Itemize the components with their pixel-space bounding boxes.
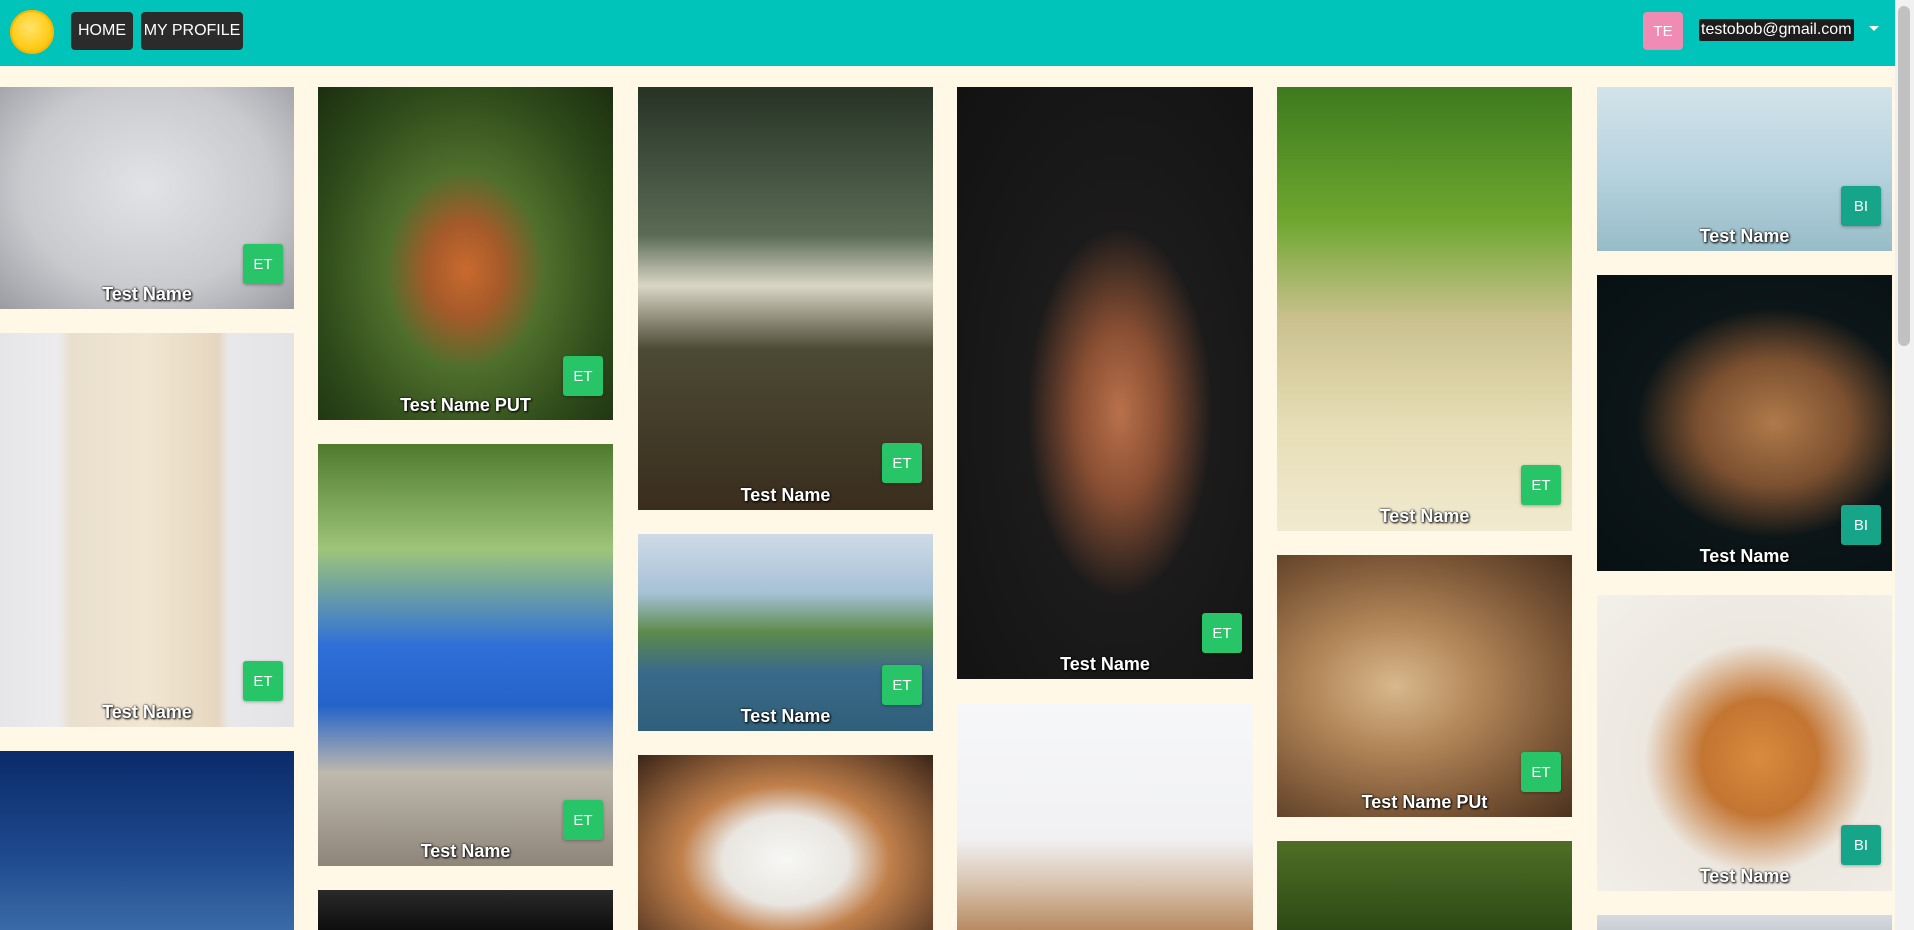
image-caption: Test Name PUT	[400, 395, 531, 415]
scrollbar-thumb[interactable]	[1898, 6, 1910, 346]
author-badge[interactable]: ET	[563, 800, 603, 840]
chevron-down-icon[interactable]	[1869, 26, 1879, 31]
image-caption: Test Name	[1699, 546, 1790, 566]
author-badge[interactable]: ET	[1202, 613, 1242, 653]
author-badge[interactable]: ET	[563, 356, 603, 396]
image-card[interactable]	[1597, 915, 1892, 930]
image-card[interactable]	[318, 890, 613, 930]
image-card[interactable]: BI Test Name	[1597, 595, 1892, 891]
image-card[interactable]	[1277, 841, 1572, 930]
image-caption: Test Name	[1379, 506, 1470, 526]
sun-logo-icon[interactable]	[10, 10, 54, 54]
author-badge[interactable]: ET	[243, 661, 283, 701]
image-card[interactable]: BI Test Name	[1597, 87, 1892, 251]
top-navbar: HOME MY PROFILE TE testobob@gmail.com	[0, 0, 1895, 66]
image-card[interactable]: ET Test Name PUT	[318, 87, 613, 420]
image-caption: Test Name	[740, 485, 831, 505]
image-card[interactable]: ET Test Name	[638, 534, 933, 731]
author-badge[interactable]: BI	[1841, 825, 1881, 865]
author-badge[interactable]: ET	[882, 665, 922, 705]
my-profile-button[interactable]: MY PROFILE	[141, 12, 243, 50]
user-avatar[interactable]: TE	[1643, 12, 1683, 50]
image-card[interactable]: BI Test Name	[1597, 275, 1892, 571]
image-caption: Test Name	[1699, 866, 1790, 886]
user-email[interactable]: testobob@gmail.com	[1699, 19, 1854, 41]
author-badge[interactable]: ET	[1521, 465, 1561, 505]
image-card[interactable]	[957, 703, 1253, 930]
author-badge[interactable]: BI	[1841, 186, 1881, 226]
author-badge[interactable]: BI	[1841, 505, 1881, 545]
image-caption: Test Name	[420, 841, 511, 861]
author-badge[interactable]: ET	[882, 443, 922, 483]
author-badge[interactable]: ET	[243, 244, 283, 284]
image-caption: Test Name	[1699, 226, 1790, 246]
image-caption: Test Name	[102, 284, 192, 304]
image-caption: Test Name PUt	[1361, 792, 1488, 812]
image-card[interactable]: ET Test Name	[638, 87, 933, 510]
image-card[interactable]: ET Test Name	[0, 333, 294, 727]
image-card[interactable]: ET Test Name	[1277, 87, 1572, 531]
image-caption: Test Name	[102, 702, 192, 722]
image-card[interactable]: ET Test Name	[957, 87, 1253, 679]
image-card[interactable]: ET Test Name	[318, 444, 613, 866]
image-caption: Test Name	[1060, 654, 1150, 674]
image-card[interactable]	[638, 755, 933, 930]
image-caption: Test Name	[740, 706, 831, 726]
image-card[interactable]	[0, 751, 294, 930]
home-button[interactable]: HOME	[71, 12, 133, 50]
image-card[interactable]: ET Test Name PUt	[1277, 555, 1572, 817]
image-card[interactable]: ET Test Name	[0, 87, 294, 309]
author-badge[interactable]: ET	[1521, 752, 1561, 792]
